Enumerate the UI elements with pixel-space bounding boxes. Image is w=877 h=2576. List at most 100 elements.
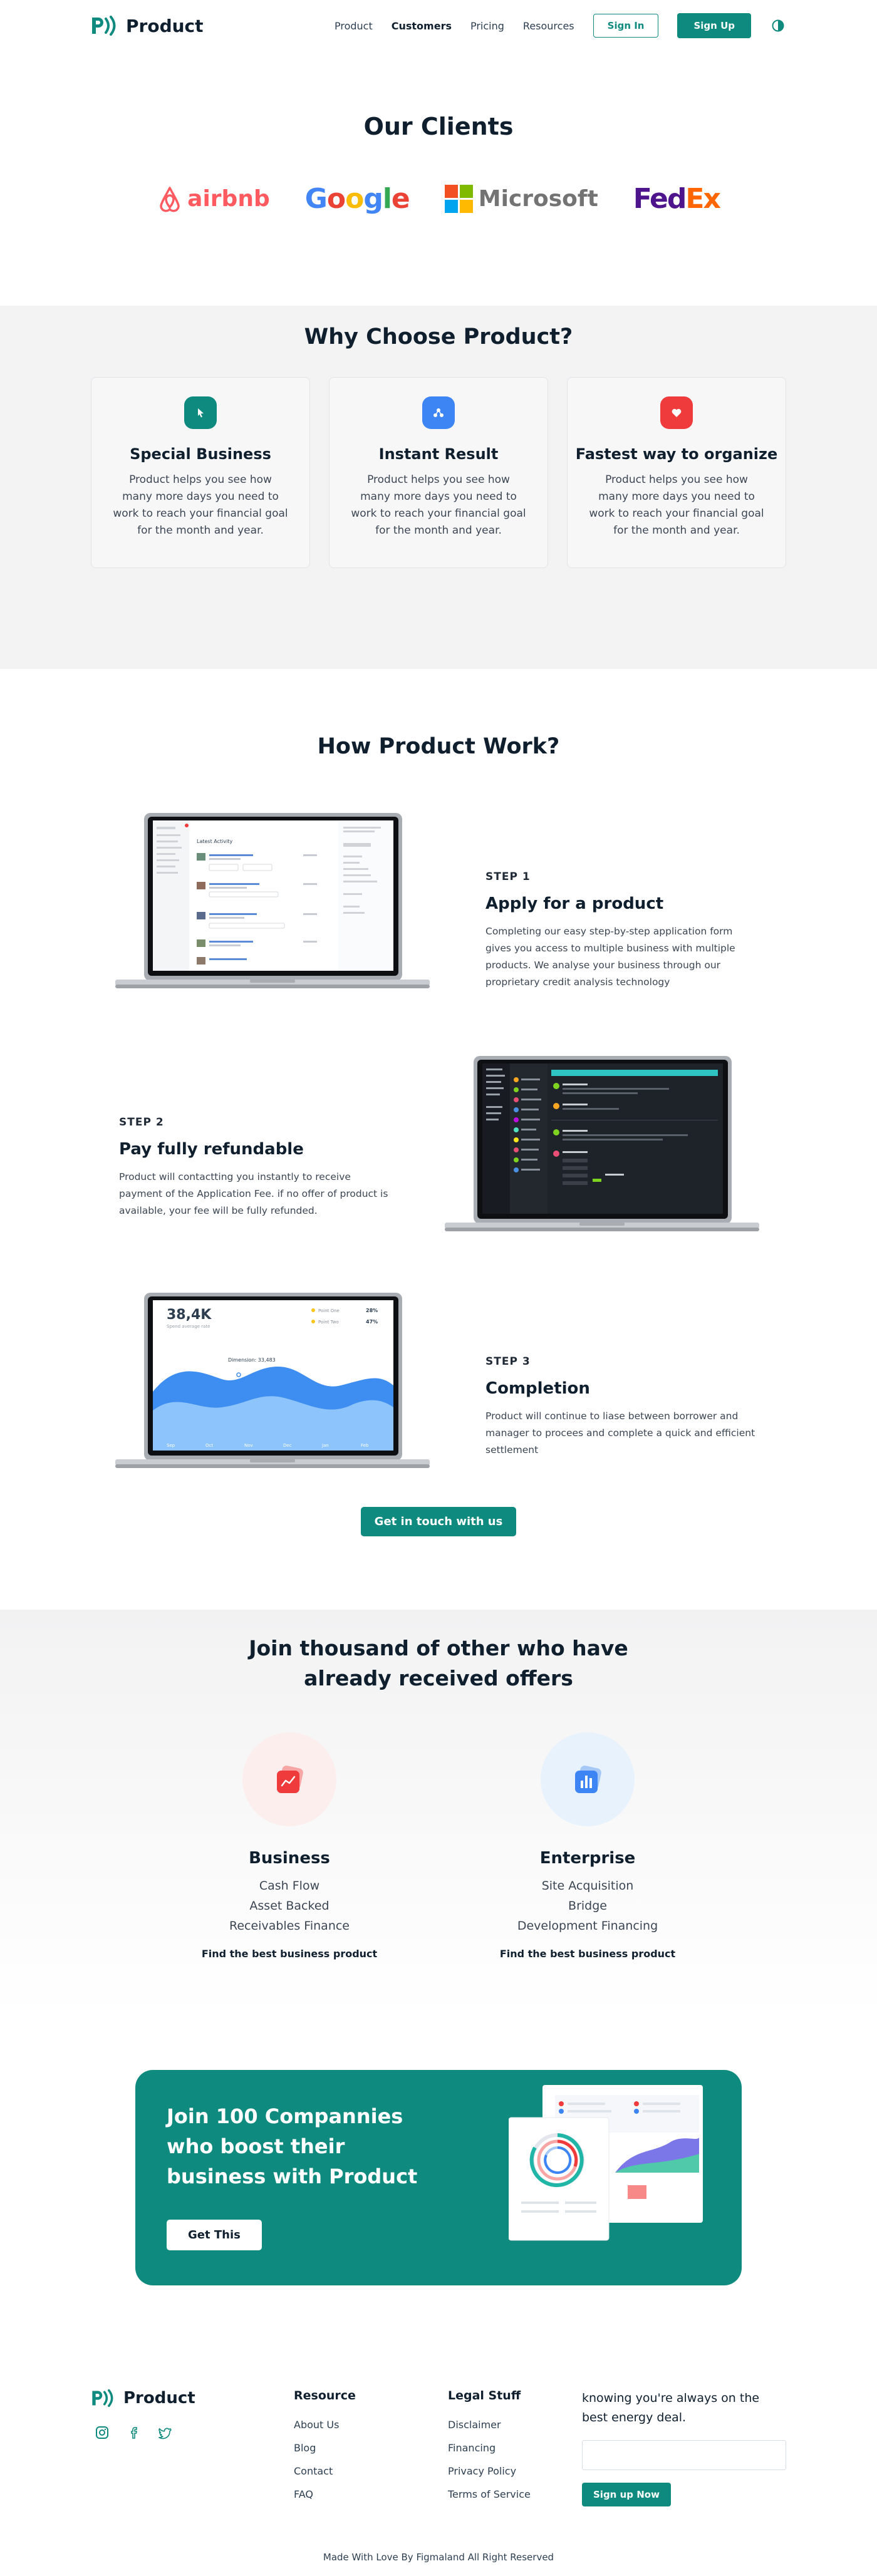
chart-x-label: Nov <box>244 1443 253 1448</box>
nav-link-product[interactable]: Product <box>335 20 373 32</box>
sign-up-now-button[interactable]: Sign up Now <box>582 2483 671 2506</box>
chart-x-label: Feb <box>361 1443 369 1448</box>
chart-x-label: Dec <box>283 1443 292 1448</box>
footer-link-faq[interactable]: FAQ <box>294 2488 448 2500</box>
plan-item: Asset Backed <box>249 1899 330 1913</box>
get-in-touch-button[interactable]: Get in touch with us <box>360 1507 517 1536</box>
step-text: Completing our easy step-by-step applica… <box>485 926 735 988</box>
microsoft-icon <box>444 184 473 213</box>
footer-newsletter-col: knowing you're always on the best energy… <box>582 2389 786 2506</box>
get-this-button[interactable]: Get This <box>167 2220 262 2250</box>
chart-legend-item: Point One <box>318 1308 340 1313</box>
step-3: STEP 3 Completion Product will continue … <box>485 1355 761 1459</box>
footer-link-disclaimer[interactable]: Disclaimer <box>448 2419 582 2431</box>
chart-x-label: Jan <box>321 1443 329 1448</box>
brand[interactable]: Product <box>91 15 204 36</box>
clients-title: Our Clients <box>363 113 514 140</box>
footer-brand-name: Product <box>123 2389 195 2408</box>
airbnb-logo: airbnb <box>157 185 270 213</box>
step-title: Pay fully refundable <box>119 1140 304 1159</box>
footer-brand[interactable]: Product <box>91 2389 294 2408</box>
brand-name: Product <box>126 15 204 36</box>
twitter-icon[interactable] <box>157 2425 172 2440</box>
feature-card: Fastest way to organize Product helps yo… <box>567 377 786 568</box>
step-label: STEP 3 <box>485 1355 531 1368</box>
sign-in-button[interactable]: Sign In <box>593 14 659 38</box>
footer-link-about[interactable]: About Us <box>294 2419 448 2431</box>
feature-card-title: Special Business <box>130 445 271 463</box>
sign-up-button[interactable]: Sign Up <box>677 13 751 38</box>
plan-item: Bridge <box>568 1899 607 1913</box>
laptop-screenshot-activity: Latest Activity <box>115 813 430 988</box>
footer-brand-col: Product <box>91 2389 294 2506</box>
airbnb-wordmark: airbnb <box>187 186 270 212</box>
cta-wrapper: Get in touch with us <box>0 1507 877 1536</box>
cursor-icon <box>184 396 217 429</box>
heart-icon <box>660 396 693 429</box>
chart-big-value: 38,4K <box>167 1307 212 1323</box>
airbnb-icon <box>160 186 180 212</box>
plan-link[interactable]: Find the best business product <box>195 1948 383 1960</box>
step-title: Completion <box>485 1379 590 1398</box>
step-1: STEP 1 Apply for a product Completing ou… <box>485 871 761 991</box>
footer-link-blog[interactable]: Blog <box>294 2442 448 2454</box>
brand-logo-icon <box>92 2389 113 2408</box>
plan-items: Cash Flow Asset Backed Receivables Finan… <box>195 1879 383 1933</box>
chart-legend-item: Point Two <box>318 1320 339 1325</box>
newsletter-email-input[interactable] <box>582 2440 786 2470</box>
nav-link-pricing[interactable]: Pricing <box>470 20 504 32</box>
how-section: How Product Work? Latest Activity STEP 1… <box>0 669 877 1610</box>
join-section: Join thousand of other who have already … <box>0 1610 877 2017</box>
chart-sub-label: Spend average rate <box>167 1324 210 1329</box>
laptop-activity-heading: Latest Activity <box>197 839 232 844</box>
step-2: STEP 2 Pay fully refundable Product will… <box>119 1116 395 1219</box>
client-logos: airbnb Google Microsoft FedEx <box>0 183 877 215</box>
footer: Product Resource About Us Blog Contact F… <box>0 2305 877 2576</box>
feature-card-title: Instant Result <box>378 445 499 463</box>
clients-section: Our Clients airbnb Google Microsoft FedE… <box>0 51 877 306</box>
chart-x-label: Sep <box>167 1443 175 1448</box>
nav-link-customers[interactable]: Customers <box>392 20 452 32</box>
plan-business: Business Cash Flow Asset Backed Receivab… <box>195 1732 383 1960</box>
nav-link-resources[interactable]: Resources <box>523 20 574 32</box>
join-title: Join thousand of other who have already … <box>0 1633 877 1694</box>
why-section: Why Choose Product? Special Business Pro… <box>0 306 877 669</box>
laptop-screenshot-dark-app <box>445 1056 759 1231</box>
feature-card: Instant Result Product helps you see how… <box>329 377 548 568</box>
plan-item: Development Financing <box>517 1919 658 1933</box>
instagram-icon[interactable] <box>95 2425 110 2440</box>
footer-legal-col: Legal Stuff Disclaimer Financing Privacy… <box>448 2389 582 2506</box>
trend-icon <box>242 1732 336 1826</box>
step-text: Product will continue to liase between b… <box>485 1410 755 1456</box>
footer-resource-col: Resource About Us Blog Contact FAQ <box>294 2389 448 2506</box>
chart-tooltip: Dimension: 33,483 <box>228 1357 276 1363</box>
laptop-screenshot-chart: 38,4K Spend average rate Point One 28% P… <box>115 1293 430 1468</box>
plan-item: Cash Flow <box>259 1879 320 1893</box>
theme-toggle-icon[interactable] <box>770 18 786 34</box>
footer-link-terms[interactable]: Terms of Service <box>448 2488 582 2500</box>
step-title: Apply for a product <box>485 894 664 913</box>
copyright: Made With Love By Figmaland All Right Re… <box>323 2552 554 2563</box>
plan-title: Business <box>249 1849 330 1868</box>
banner-section: Join 100 Compannies who boost their busi… <box>0 2017 877 2305</box>
plan-link[interactable]: Find the best business product <box>494 1948 682 1960</box>
feature-card-text: Product helps you see how many more days… <box>589 473 764 537</box>
dashboard-illustration <box>509 2085 703 2241</box>
feature-card-text: Product helps you see how many more days… <box>351 473 526 537</box>
step-text: Product will contactting you instantly t… <box>119 1171 388 1216</box>
chart-legend-value: 28% <box>366 1308 378 1313</box>
feature-card-text: Product helps you see how many more days… <box>113 473 288 537</box>
footer-link-financing[interactable]: Financing <box>448 2442 582 2454</box>
footer-link-contact[interactable]: Contact <box>294 2465 448 2477</box>
chart-legend-value: 47% <box>366 1319 378 1325</box>
microsoft-wordmark: Microsoft <box>478 186 598 212</box>
banner-title: Join 100 Compannies who boost their busi… <box>167 2104 418 2188</box>
plan-enterprise: Enterprise Site Acquisition Bridge Devel… <box>494 1732 682 1960</box>
why-title: Why Choose Product? <box>304 324 573 349</box>
google-logo: Google <box>305 183 410 215</box>
nav-links: Product Customers Pricing Resources Sign… <box>335 13 786 38</box>
facebook-icon[interactable] <box>126 2425 141 2440</box>
join-title-line-1: Join thousand of other who have <box>249 1636 628 1660</box>
footer-link-privacy[interactable]: Privacy Policy <box>448 2465 582 2477</box>
footer-legal-heading: Legal Stuff <box>448 2389 521 2403</box>
